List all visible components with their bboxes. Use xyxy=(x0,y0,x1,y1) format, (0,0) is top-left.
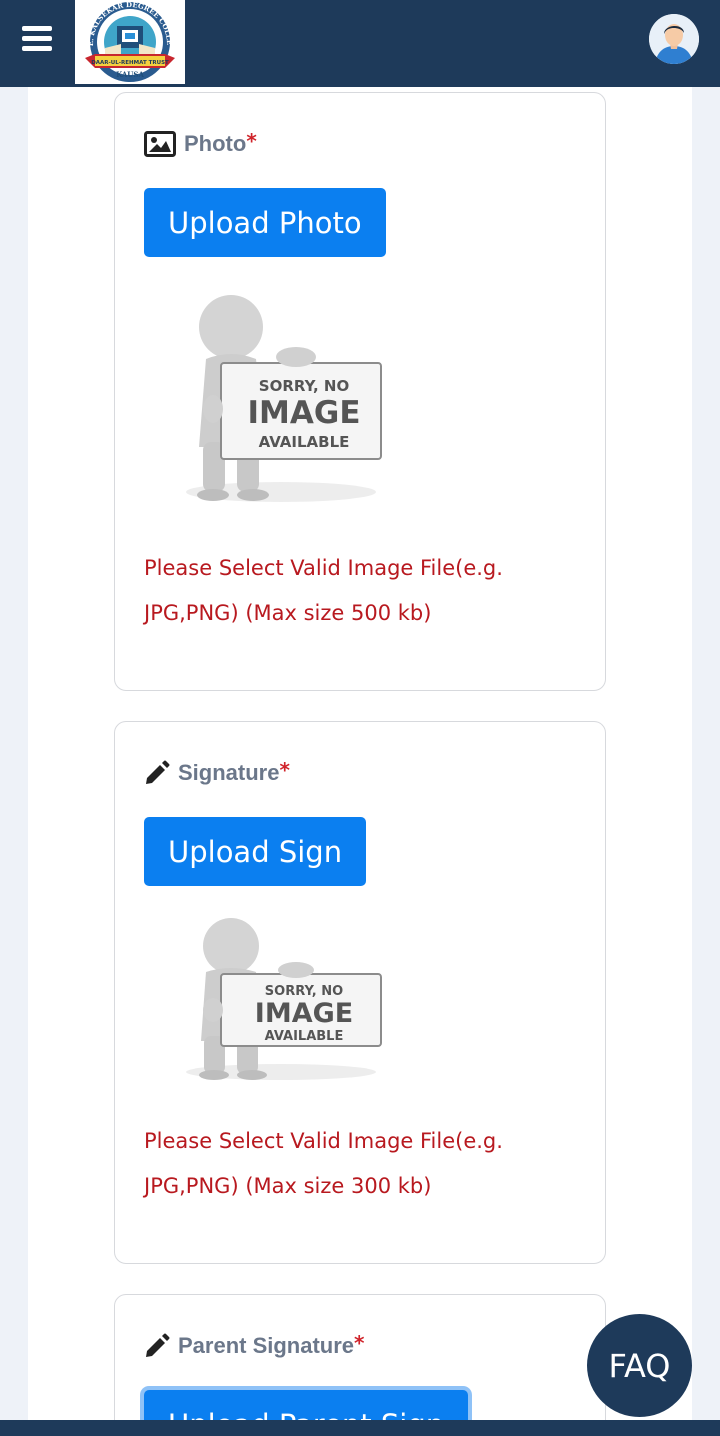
top-navbar: A. E. KALSEKAR DEGREE COLLEGE DAAR-UL-RE… xyxy=(0,0,720,87)
signature-file-hint: Please Select Valid Image File(e.g. JPG,… xyxy=(144,1129,503,1198)
pencil-icon xyxy=(146,1333,170,1357)
placeholder-line2: IMAGE xyxy=(255,998,353,1029)
photo-file-hint: Please Select Valid Image File(e.g. JPG,… xyxy=(144,556,503,625)
placeholder-line3: AVAILABLE xyxy=(265,1029,344,1044)
faq-button[interactable]: FAQ xyxy=(587,1314,692,1417)
placeholder-line1: SORRY, NO xyxy=(265,984,343,999)
parent-signature-upload-card: Parent Signature * Upload Parent Sign xyxy=(114,1294,606,1436)
photo-title: Photo xyxy=(184,131,247,156)
pencil-icon xyxy=(146,760,170,784)
placeholder-line1: SORRY, NO xyxy=(259,377,349,395)
photo-upload-card: Photo * Upload Photo SORRY, NO IMAGE AVA… xyxy=(114,92,606,691)
placeholder-line2: IMAGE xyxy=(248,395,361,431)
required-asterisk: * xyxy=(354,1331,365,1355)
signature-header: Signature * xyxy=(144,758,290,786)
signature-upload-card: Signature * Upload Sign SORRY, NO IMAGE … xyxy=(114,721,606,1264)
signature-placeholder-image: SORRY, NO IMAGE AVAILABLE xyxy=(171,916,397,1088)
photo-placeholder-image: SORRY, NO IMAGE AVAILABLE xyxy=(171,287,397,513)
required-asterisk: * xyxy=(279,758,290,782)
placeholder-line3: AVAILABLE xyxy=(259,433,350,451)
photo-header: Photo * xyxy=(144,129,257,157)
logo-ribbon-text: DAAR-UL-REHMAT TRUST xyxy=(91,60,169,66)
parent-signature-header: Parent Signature * xyxy=(144,1331,365,1359)
logo-bottom-text: KAUSA xyxy=(116,70,144,79)
parent-signature-title: Parent Signature xyxy=(178,1333,355,1358)
bottom-navbar xyxy=(0,1420,720,1436)
college-logo[interactable]: A. E. KALSEKAR DEGREE COLLEGE DAAR-UL-RE… xyxy=(71,0,185,84)
required-asterisk: * xyxy=(246,129,257,153)
upload-sign-button[interactable]: Upload Sign xyxy=(144,817,367,886)
hamburger-menu-icon[interactable] xyxy=(22,26,52,52)
user-avatar-icon[interactable] xyxy=(649,14,699,64)
upload-photo-button[interactable]: Upload Photo xyxy=(144,188,386,257)
image-icon xyxy=(144,131,176,157)
signature-title: Signature xyxy=(178,760,280,785)
